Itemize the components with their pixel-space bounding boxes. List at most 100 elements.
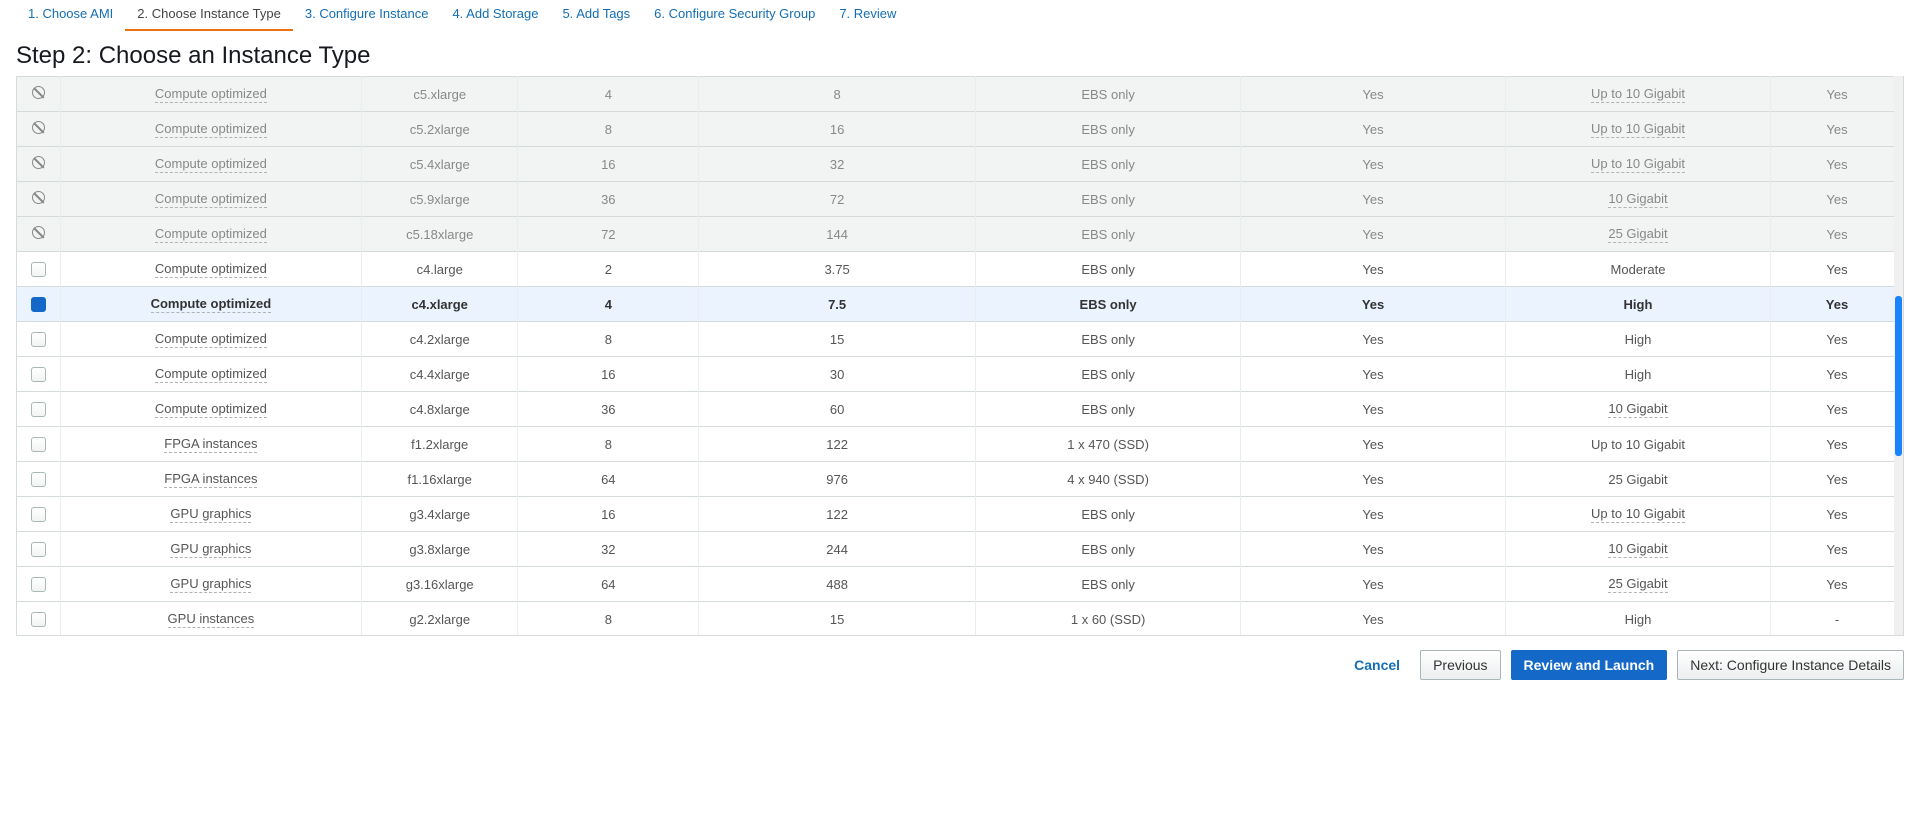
network-cell: 10 Gigabit <box>1506 392 1771 427</box>
vcpus-cell: 64 <box>518 567 699 602</box>
table-row[interactable]: GPU graphicsg3.8xlarge32244EBS onlyYes10… <box>17 532 1903 567</box>
wizard-tab[interactable]: 2. Choose Instance Type <box>125 0 293 31</box>
memory-cell: 60 <box>699 392 976 427</box>
table-row[interactable]: Compute optimizedc4.large23.75EBS onlyYe… <box>17 252 1903 287</box>
row-selector-cell[interactable] <box>17 322 60 357</box>
wizard-tab[interactable]: 4. Add Storage <box>440 0 550 31</box>
vcpus-cell: 8 <box>518 427 699 462</box>
disabled-icon <box>32 121 45 134</box>
wizard-tab[interactable]: 3. Configure Instance <box>293 0 441 31</box>
type-cell: c5.2xlarge <box>361 112 518 147</box>
network-cell: High <box>1506 602 1771 637</box>
storage-cell: EBS only <box>976 497 1241 532</box>
row-selector-cell[interactable] <box>17 252 60 287</box>
ebs-optimized-cell: Yes <box>1241 497 1506 532</box>
row-selector-cell[interactable] <box>17 287 60 322</box>
type-cell: c4.2xlarge <box>361 322 518 357</box>
table-row[interactable]: FPGA instancesf1.2xlarge81221 x 470 (SSD… <box>17 427 1903 462</box>
ebs-optimized-cell: Yes <box>1241 252 1506 287</box>
wizard-tab[interactable]: 7. Review <box>827 0 908 31</box>
storage-cell: EBS only <box>976 322 1241 357</box>
row-selector-cell[interactable] <box>17 427 60 462</box>
table-row: Compute optimizedc5.4xlarge1632EBS onlyY… <box>17 147 1903 182</box>
network-cell-label: Up to 10 Gigabit <box>1591 156 1685 173</box>
family-cell: Compute optimized <box>60 112 361 147</box>
row-selector-cell[interactable] <box>17 462 60 497</box>
ebs-optimized-cell: Yes <box>1241 112 1506 147</box>
type-cell: g3.16xlarge <box>361 567 518 602</box>
memory-cell: 72 <box>699 182 976 217</box>
table-row[interactable]: Compute optimizedc4.2xlarge815EBS onlyYe… <box>17 322 1903 357</box>
family-cell: Compute optimized <box>60 322 361 357</box>
storage-cell: EBS only <box>976 77 1241 112</box>
row-checkbox[interactable] <box>31 437 46 452</box>
table-row[interactable]: GPU graphicsg3.4xlarge16122EBS onlyYesUp… <box>17 497 1903 532</box>
type-cell: c4.xlarge <box>361 287 518 322</box>
storage-cell: 4 x 940 (SSD) <box>976 462 1241 497</box>
table-row: Compute optimizedc5.2xlarge816EBS onlyYe… <box>17 112 1903 147</box>
wizard-tab[interactable]: 6. Configure Security Group <box>642 0 827 31</box>
ipv6-cell: Yes <box>1770 217 1903 252</box>
row-selector-cell <box>17 77 60 112</box>
wizard-tab[interactable]: 5. Add Tags <box>550 0 642 31</box>
row-selector-cell[interactable] <box>17 532 60 567</box>
ipv6-cell: Yes <box>1770 287 1903 322</box>
next-configure-instance-button[interactable]: Next: Configure Instance Details <box>1677 650 1904 680</box>
network-cell-label: Up to 10 Gigabit <box>1591 121 1685 138</box>
row-checkbox[interactable] <box>31 542 46 557</box>
network-cell: High <box>1506 357 1771 392</box>
memory-cell: 488 <box>699 567 976 602</box>
row-selector-cell[interactable] <box>17 392 60 427</box>
table-row[interactable]: Compute optimizedc4.4xlarge1630EBS onlyY… <box>17 357 1903 392</box>
table-row[interactable]: GPU graphicsg3.16xlarge64488EBS onlyYes2… <box>17 567 1903 602</box>
table-row[interactable]: Compute optimizedc4.xlarge47.5EBS onlyYe… <box>17 287 1903 322</box>
ebs-optimized-cell: Yes <box>1241 427 1506 462</box>
row-checkbox[interactable] <box>31 332 46 347</box>
row-selector-cell[interactable] <box>17 567 60 602</box>
table-row: Compute optimizedc5.9xlarge3672EBS onlyY… <box>17 182 1903 217</box>
storage-cell: EBS only <box>976 287 1241 322</box>
row-checkbox[interactable] <box>31 577 46 592</box>
network-cell-label: 25 Gigabit <box>1608 576 1667 593</box>
memory-cell: 976 <box>699 462 976 497</box>
row-checkbox[interactable] <box>31 262 46 277</box>
network-cell-label: 10 Gigabit <box>1608 191 1667 208</box>
type-cell: c5.4xlarge <box>361 147 518 182</box>
storage-cell: EBS only <box>976 252 1241 287</box>
type-cell: f1.2xlarge <box>361 427 518 462</box>
row-checkbox[interactable] <box>31 367 46 382</box>
type-cell: c5.xlarge <box>361 77 518 112</box>
scrollbar-track[interactable] <box>1894 76 1903 635</box>
storage-cell: 1 x 60 (SSD) <box>976 602 1241 637</box>
row-checkbox[interactable] <box>31 472 46 487</box>
network-cell: 10 Gigabit <box>1506 532 1771 567</box>
cancel-button[interactable]: Cancel <box>1344 651 1410 679</box>
ipv6-cell: Yes <box>1770 427 1903 462</box>
table-row[interactable]: FPGA instancesf1.16xlarge649764 x 940 (S… <box>17 462 1903 497</box>
row-checkbox[interactable] <box>31 507 46 522</box>
table-row[interactable]: GPU instancesg2.2xlarge8151 x 60 (SSD)Ye… <box>17 602 1903 637</box>
row-checkbox[interactable] <box>31 402 46 417</box>
row-selector-cell[interactable] <box>17 497 60 532</box>
network-cell: Up to 10 Gigabit <box>1506 112 1771 147</box>
wizard-tab[interactable]: 1. Choose AMI <box>16 0 125 31</box>
family-cell: Compute optimized <box>60 77 361 112</box>
previous-button[interactable]: Previous <box>1420 650 1500 680</box>
ipv6-cell: Yes <box>1770 322 1903 357</box>
scrollbar-thumb[interactable] <box>1895 296 1902 456</box>
row-selector-cell[interactable] <box>17 602 60 637</box>
type-cell: g3.4xlarge <box>361 497 518 532</box>
type-cell: c5.18xlarge <box>361 217 518 252</box>
vcpus-cell: 36 <box>518 182 699 217</box>
ebs-optimized-cell: Yes <box>1241 147 1506 182</box>
row-checkbox[interactable] <box>31 297 46 312</box>
row-selector-cell[interactable] <box>17 357 60 392</box>
row-checkbox[interactable] <box>31 612 46 627</box>
memory-cell: 122 <box>699 427 976 462</box>
review-and-launch-button[interactable]: Review and Launch <box>1511 650 1668 680</box>
family-cell-label: Compute optimized <box>155 156 267 173</box>
table-row[interactable]: Compute optimizedc4.8xlarge3660EBS onlyY… <box>17 392 1903 427</box>
vcpus-cell: 4 <box>518 287 699 322</box>
network-cell: 25 Gigabit <box>1506 217 1771 252</box>
memory-cell: 8 <box>699 77 976 112</box>
